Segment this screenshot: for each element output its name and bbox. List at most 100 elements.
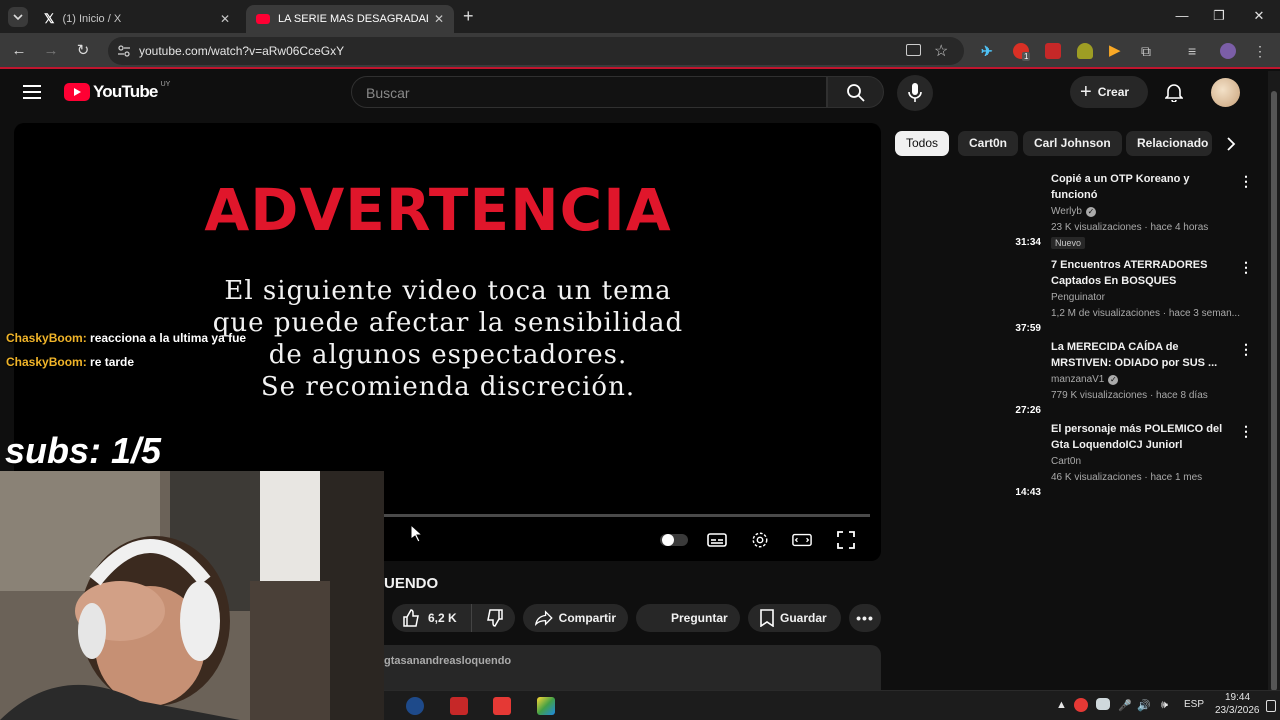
extension-helmet-icon[interactable] [1077, 43, 1093, 59]
theater-mode-icon[interactable] [792, 531, 812, 549]
x-logo-icon: 𝕏 [44, 11, 55, 26]
plus-icon: + [1080, 81, 1092, 103]
chevron-right-icon[interactable] [1225, 137, 1237, 151]
more-vertical-icon[interactable]: ⋮ [1239, 423, 1253, 439]
address-bar[interactable]: youtube.com/watch?v=aRw06CceGxY ☆ [108, 37, 964, 65]
more-actions-button[interactable]: ••• [849, 604, 881, 632]
video-thumbnail[interactable]: 37:59 [896, 257, 1044, 335]
more-horizontal-icon: ••• [856, 610, 874, 626]
minimize-icon[interactable]: — [1174, 8, 1190, 24]
clock-date[interactable]: 23/3/2026 [1215, 705, 1260, 716]
reload-icon[interactable]: ↻ [74, 42, 92, 60]
settings-gear-icon[interactable] [750, 531, 770, 549]
recommendation-title[interactable]: La MERECIDA CAÍDA de MRSTIVEN: ODIADO po… [1051, 339, 1236, 371]
video-meta: 23 K visualizaciones · hace 4 horas [1051, 222, 1209, 233]
chip-cart0n[interactable]: Cart0n [958, 131, 1019, 156]
like-button[interactable]: 6,2 K [392, 604, 472, 632]
save-button[interactable]: Guardar [748, 604, 841, 632]
tray-app-icon[interactable] [1074, 698, 1088, 712]
share-button[interactable]: Compartir [523, 604, 628, 632]
webcam-image [0, 471, 384, 720]
close-icon[interactable]: ✕ [220, 12, 230, 26]
fullscreen-icon[interactable] [836, 531, 856, 549]
account-avatar[interactable] [1211, 78, 1240, 107]
description-box[interactable]: gtasanandreasloquendo [384, 645, 881, 690]
voice-search-button[interactable] [897, 75, 933, 111]
recommendation-item[interactable]: 14:43 El personaje más POLEMICO del Gta … [896, 421, 1258, 501]
video-thumbnail[interactable]: 14:43 [896, 421, 1044, 499]
channel-name-row[interactable]: Cart0n [1051, 456, 1081, 467]
app-red-bird-icon[interactable] [450, 697, 468, 715]
media-controls-icon[interactable]: ≡ [1188, 43, 1204, 59]
volume-icon[interactable]: 🕪 [1161, 699, 1168, 712]
app-game-icon[interactable] [537, 697, 555, 715]
chip-relacionado[interactable]: Relacionado [1126, 131, 1212, 156]
chip-carl-johnson[interactable]: Carl Johnson [1023, 131, 1122, 156]
install-app-icon[interactable] [906, 44, 921, 56]
recommendation-item[interactable]: 27:26 La MERECIDA CAÍDA de MRSTIVEN: ODI… [896, 339, 1258, 419]
extension-video-icon[interactable] [1045, 43, 1061, 59]
scrollbar-thumb[interactable] [1271, 91, 1277, 691]
site-info-icon[interactable] [117, 44, 131, 58]
browser-tab-bar: 𝕏 (1) Inicio / X ✕ LA SERIE MAS DESAGRAD… [0, 0, 1280, 33]
extension-play-icon[interactable]: ▶ [1109, 43, 1125, 59]
recommendation-title[interactable]: El personaje más POLEMICO del Gta Loquen… [1051, 421, 1236, 453]
notifications-bell-icon[interactable] [1165, 82, 1183, 102]
notifications-icon[interactable] [1266, 700, 1276, 712]
back-icon[interactable]: ← [10, 42, 28, 60]
windows-taskbar: ▲ 🎤 🔊 🕪 ESP 19:44 23/3/2026 [384, 690, 1280, 720]
dislike-button[interactable] [478, 609, 504, 627]
new-tab-button[interactable]: + [463, 6, 474, 27]
extensions-puzzle-icon[interactable]: ⧉ [1141, 43, 1157, 59]
create-button[interactable]: + Crear [1070, 76, 1148, 108]
hamburger-menu-icon[interactable] [23, 84, 41, 100]
app-sports-icon[interactable] [493, 697, 511, 715]
verified-check-icon: ✓ [1108, 374, 1119, 385]
channel-name-row[interactable]: Penguinator [1051, 292, 1105, 303]
chat-username: ChaskyBoom: [6, 331, 87, 345]
video-thumbnail[interactable]: 27:26 [896, 339, 1044, 417]
ask-button[interactable]: Preguntar [636, 604, 740, 632]
channel-name-row[interactable]: Werlyb ✓ [1051, 206, 1096, 217]
search-button[interactable] [827, 76, 884, 108]
restore-icon[interactable]: ❐ [1211, 8, 1227, 24]
forward-icon[interactable]: → [42, 42, 60, 60]
tab-youtube-video[interactable]: LA SERIE MAS DESAGRADABLE ✕ [246, 5, 454, 33]
profile-avatar-icon[interactable] [1220, 43, 1236, 59]
video-duration: 31:34 [1015, 237, 1041, 248]
video-thumbnail[interactable]: 31:34 [896, 171, 1044, 249]
more-vertical-icon[interactable]: ⋮ [1239, 259, 1253, 275]
video-progress-bar[interactable] [384, 514, 870, 517]
bookmark-star-icon[interactable]: ☆ [934, 41, 948, 61]
channel-name-row[interactable]: manzanaV1 ✓ [1051, 374, 1119, 385]
page-scrollbar[interactable] [1268, 71, 1280, 691]
search-input[interactable]: Buscar [351, 76, 827, 108]
microphone-icon [908, 83, 922, 102]
recommendation-title[interactable]: Copié a un OTP Koreano y funcionó [1051, 171, 1236, 203]
tab-list-menu-button[interactable] [8, 7, 28, 27]
recommendation-title[interactable]: 7 Encuentros ATERRADORES Captados En BOS… [1051, 257, 1236, 289]
tab-title: (1) Inicio / X [62, 13, 122, 25]
more-vertical-icon[interactable]: ⋮ [1239, 341, 1253, 357]
tab-x-home[interactable]: 𝕏 (1) Inicio / X ✕ [34, 5, 240, 33]
recommendation-item[interactable]: 37:59 7 Encuentros ATERRADORES Captados … [896, 257, 1258, 337]
search-icon [847, 84, 865, 102]
chip-todos[interactable]: Todos [895, 131, 950, 156]
more-vertical-icon[interactable]: ⋮ [1239, 173, 1253, 189]
close-window-icon[interactable]: ✕ [1251, 8, 1267, 24]
close-icon[interactable]: ✕ [434, 12, 444, 26]
speaker-icon[interactable]: 🔊 [1137, 699, 1151, 712]
discord-icon[interactable] [1096, 698, 1110, 710]
chat-message: ChaskyBoom: re tarde [6, 355, 134, 369]
subtitles-icon[interactable] [707, 531, 727, 549]
recommendation-item[interactable]: 31:34 Copié a un OTP Koreano y funcionó … [896, 171, 1258, 251]
youtube-logo[interactable]: YouTube UY [64, 81, 170, 102]
browser-menu-icon[interactable]: ⋮ [1252, 43, 1268, 59]
clock-time[interactable]: 19:44 [1225, 692, 1250, 703]
app-steam-icon[interactable] [406, 697, 424, 715]
input-language[interactable]: ESP [1184, 699, 1204, 710]
tray-overflow-icon[interactable]: ▲ [1056, 699, 1067, 711]
extension-translate-icon[interactable]: ✈ [981, 43, 997, 59]
autoplay-toggle[interactable] [660, 534, 688, 546]
microphone-tray-icon[interactable]: 🎤 [1118, 699, 1132, 712]
